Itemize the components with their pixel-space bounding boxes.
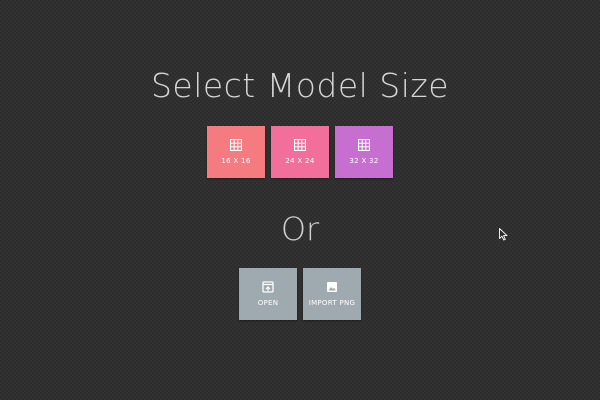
size-24-button[interactable]: 24 X 24 [271, 126, 329, 178]
mouse-pointer-icon [499, 228, 508, 241]
import-png-button[interactable]: IMPORT PNG [303, 268, 361, 320]
size-16-button[interactable]: 16 X 16 [207, 126, 265, 178]
model-size-options: 16 X 16 24 X 24 32 X 32 [0, 126, 600, 178]
size-32-label: 32 X 32 [349, 157, 379, 165]
size-32-button[interactable]: 32 X 32 [335, 126, 393, 178]
open-icon [262, 281, 274, 293]
image-icon [327, 282, 337, 292]
open-button[interactable]: OPEN [239, 268, 297, 320]
file-actions: OPEN IMPORT PNG [0, 268, 600, 320]
size-16-label: 16 X 16 [221, 157, 251, 165]
or-separator: Or [280, 210, 320, 248]
page-title: Select Model Size [150, 66, 450, 105]
grid-icon [294, 139, 306, 151]
grid-icon [230, 139, 242, 151]
import-png-label: IMPORT PNG [308, 299, 356, 307]
size-24-label: 24 X 24 [285, 157, 315, 165]
grid-icon [358, 139, 370, 151]
open-label: OPEN [257, 299, 279, 307]
